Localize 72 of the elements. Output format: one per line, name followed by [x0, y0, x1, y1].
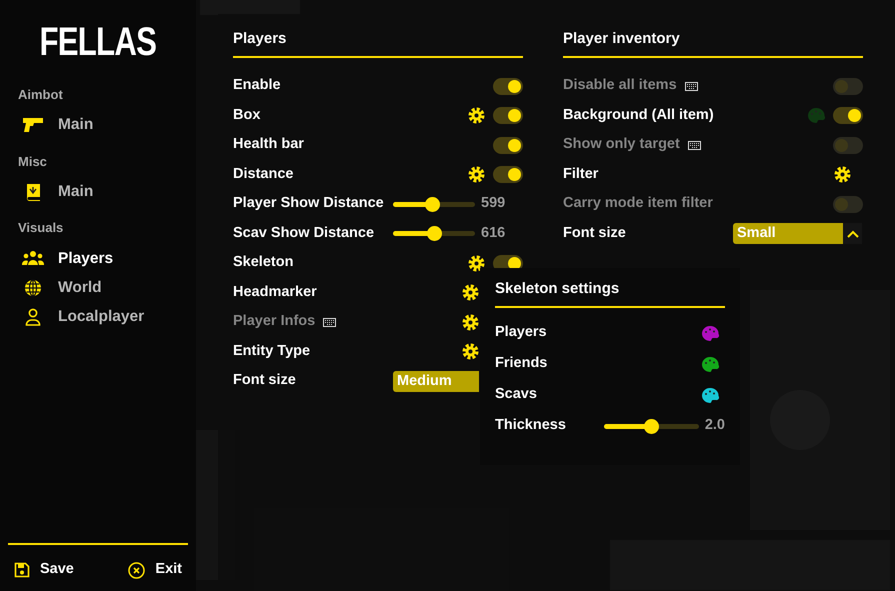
settings-icon[interactable]	[834, 166, 851, 184]
settings-icon[interactable]	[468, 254, 485, 272]
setting-label: Background (All item)	[563, 106, 714, 125]
settings-icon[interactable]	[462, 343, 479, 360]
slider-track[interactable]	[604, 418, 699, 434]
keyboard-icon[interactable]	[688, 140, 701, 150]
save-button[interactable]: Save	[14, 559, 74, 581]
nav-item[interactable]: Players	[0, 244, 196, 273]
caret-icon[interactable]	[846, 230, 858, 238]
setting-label: Players	[495, 324, 547, 340]
slider-thumb[interactable]	[427, 226, 442, 242]
save-icon	[14, 562, 30, 578]
setting-label: Enable	[233, 76, 281, 96]
settings-icon[interactable]	[462, 314, 479, 331]
nav-item[interactable]: Main	[0, 110, 196, 140]
settings-icon[interactable]	[468, 107, 485, 124]
panel-title: Skeleton settings	[495, 278, 725, 308]
setting-label: Headmarker	[233, 282, 317, 302]
slider-track[interactable]	[393, 226, 475, 242]
settings-icon[interactable]	[468, 166, 485, 184]
section-label: Visuals	[17, 219, 64, 238]
palette-icon[interactable]	[701, 386, 719, 404]
slider-thumb[interactable]	[644, 418, 660, 434]
person-icon	[25, 308, 41, 326]
setting-label: Box	[233, 106, 260, 125]
exit-button[interactable]: Exit	[128, 559, 182, 581]
setting-label: Player Infos	[233, 312, 316, 332]
section-label: Aimbot	[17, 86, 64, 104]
slider-value: 2.0	[704, 416, 725, 436]
keyboard-icon[interactable]	[323, 318, 336, 327]
setting-label: Carry mode item filter	[563, 194, 713, 214]
toggle-switch[interactable]	[833, 196, 863, 213]
setting-label: Player Show Distance	[233, 194, 384, 214]
panel-title: Player inventory	[563, 28, 863, 58]
setting-label: Friends	[495, 355, 548, 372]
setting-label: Disable all items	[563, 76, 677, 96]
toggle-switch[interactable]	[493, 136, 523, 154]
setting-label: Show only target	[563, 135, 680, 154]
panel-title: Players	[233, 28, 523, 58]
setting-label: Font size	[563, 224, 626, 243]
slider-value: 599	[481, 194, 506, 214]
app-logo: FELLAS	[40, 22, 156, 62]
toggle-switch[interactable]	[493, 107, 523, 124]
setting-label: Health bar	[233, 135, 304, 154]
setting-label: Skeleton	[233, 253, 294, 272]
slider-value: 616	[481, 224, 506, 243]
close-icon	[128, 562, 146, 579]
slider-thumb[interactable]	[425, 196, 440, 212]
section-label: Misc	[17, 152, 48, 170]
settings-icon[interactable]	[462, 284, 479, 302]
toggle-switch[interactable]	[493, 166, 523, 184]
nav-item[interactable]: Main	[0, 177, 196, 206]
toggle-switch[interactable]	[833, 136, 863, 154]
pistol-icon	[22, 116, 44, 133]
palette-icon[interactable]	[701, 356, 719, 372]
nav-item[interactable]: Localplayer	[0, 302, 196, 332]
nav-item[interactable]: World	[0, 273, 196, 302]
slider-track[interactable]	[393, 196, 475, 212]
toggle-switch[interactable]	[493, 78, 523, 95]
setting-label: Filter	[563, 164, 598, 184]
globe-icon	[24, 278, 42, 297]
toggle-switch[interactable]	[833, 107, 863, 124]
setting-label: Scavs	[495, 386, 537, 402]
toggle-switch[interactable]	[833, 78, 863, 95]
setting-label: Thickness	[495, 417, 566, 434]
setting-label: Entity Type	[233, 342, 310, 361]
setting-label: Distance	[233, 164, 294, 184]
setting-label: Scav Show Distance	[233, 224, 374, 243]
setting-label: Font size	[233, 371, 296, 390]
keyboard-icon[interactable]	[684, 82, 698, 91]
people-icon	[22, 250, 44, 266]
book-icon	[25, 182, 41, 201]
